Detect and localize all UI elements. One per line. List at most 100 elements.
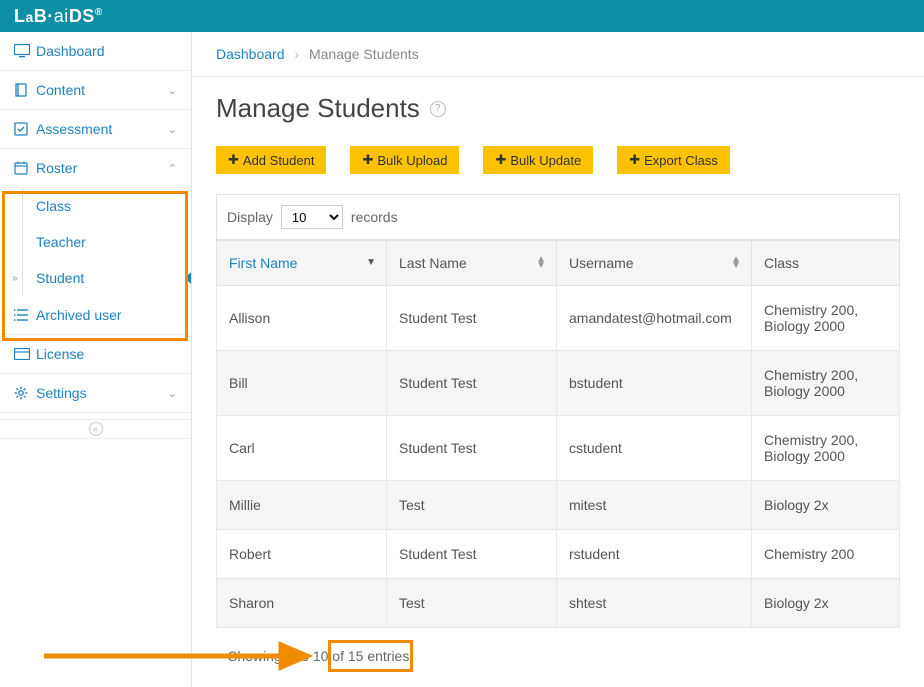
plus-icon: ✚ bbox=[228, 152, 239, 168]
collapse-icon: « bbox=[89, 422, 103, 436]
table-row[interactable]: SharonTestshtestBiology 2x bbox=[217, 579, 900, 628]
help-icon[interactable]: ? bbox=[430, 101, 446, 117]
sidebar-subitem-student[interactable]: » Student bbox=[0, 260, 191, 296]
breadcrumb-root[interactable]: Dashboard bbox=[216, 46, 285, 62]
sidebar-item-roster[interactable]: Roster ⌃ bbox=[0, 149, 191, 188]
calendar-icon bbox=[14, 161, 36, 175]
button-label: Export Class bbox=[644, 153, 718, 168]
table-cell: bstudent bbox=[557, 351, 752, 416]
bulk-upload-button[interactable]: ✚ Bulk Upload bbox=[350, 146, 459, 174]
table-cell: Sharon bbox=[217, 579, 387, 628]
display-suffix: records bbox=[351, 209, 398, 225]
sidebar-item-label: Dashboard bbox=[36, 43, 177, 59]
check-square-icon bbox=[14, 122, 36, 136]
table-cell: Allison bbox=[217, 286, 387, 351]
sidebar-item-license[interactable]: License bbox=[0, 335, 191, 374]
sidebar-item-label: License bbox=[36, 346, 177, 362]
plus-icon: ✚ bbox=[495, 152, 506, 168]
table-cell: cstudent bbox=[557, 416, 752, 481]
sort-icon: ▲▼ bbox=[731, 257, 741, 269]
sidebar-subitem-label: Teacher bbox=[36, 234, 86, 250]
breadcrumb: Dashboard › Manage Students bbox=[192, 32, 924, 77]
sidebar-item-assessment[interactable]: Assessment ⌄ bbox=[0, 110, 191, 149]
table-cell: rstudent bbox=[557, 530, 752, 579]
col-label: Last Name bbox=[399, 255, 467, 271]
add-student-button[interactable]: ✚ Add Student bbox=[216, 146, 326, 174]
table-row[interactable]: MillieTestmitestBiology 2x bbox=[217, 481, 900, 530]
col-last-name[interactable]: Last Name ▲▼ bbox=[387, 241, 557, 286]
records-select[interactable]: 10 bbox=[281, 205, 343, 229]
collapse-sidebar-button[interactable]: « bbox=[0, 419, 191, 439]
table-cell: Robert bbox=[217, 530, 387, 579]
page-title: Manage Students ? bbox=[192, 77, 924, 146]
chevron-right-icon: » bbox=[12, 273, 18, 284]
table-cell: amandatest@hotmail.com bbox=[557, 286, 752, 351]
book-icon bbox=[14, 83, 36, 97]
students-table: First Name ▼ Last Name ▲▼ Username ▲▼ bbox=[216, 240, 900, 628]
display-prefix: Display bbox=[227, 209, 273, 225]
table-cell: Chemistry 200, Biology 2000 bbox=[752, 351, 900, 416]
table-cell: Student Test bbox=[387, 530, 557, 579]
sidebar-item-label: Settings bbox=[36, 385, 168, 401]
table-cell: Biology 2x bbox=[752, 579, 900, 628]
page-title-text: Manage Students bbox=[216, 93, 420, 124]
button-label: Bulk Upload bbox=[377, 153, 447, 168]
sidebar-subitem-teacher[interactable]: Teacher bbox=[0, 224, 191, 260]
table-cell: Student Test bbox=[387, 286, 557, 351]
col-label: First Name bbox=[229, 255, 297, 271]
sidebar-subitem-class[interactable]: Class bbox=[0, 188, 191, 224]
chevron-down-icon: ⌄ bbox=[168, 123, 177, 136]
table-cell: Chemistry 200 bbox=[752, 530, 900, 579]
col-label: Username bbox=[569, 255, 634, 271]
export-class-button[interactable]: ✚ Export Class bbox=[617, 146, 730, 174]
chevron-down-icon: ⌄ bbox=[168, 387, 177, 400]
topbar: LaB·aiDS® bbox=[0, 0, 924, 32]
bulk-update-button[interactable]: ✚ Bulk Update bbox=[483, 146, 593, 174]
table-footer-info: Showing 1 to 10 of 15 entries bbox=[216, 628, 900, 684]
table-cell: Test bbox=[387, 481, 557, 530]
table-cell: Biology 2x bbox=[752, 481, 900, 530]
table-row[interactable]: CarlStudent TestcstudentChemistry 200, B… bbox=[217, 416, 900, 481]
card-icon bbox=[14, 348, 36, 360]
table-row[interactable]: AllisonStudent Testamandatest@hotmail.co… bbox=[217, 286, 900, 351]
table-cell: Chemistry 200, Biology 2000 bbox=[752, 416, 900, 481]
list-icon bbox=[14, 309, 36, 321]
table-cell: shtest bbox=[557, 579, 752, 628]
table-row[interactable]: BillStudent TestbstudentChemistry 200, B… bbox=[217, 351, 900, 416]
button-label: Bulk Update bbox=[510, 153, 581, 168]
sidebar-item-content[interactable]: Content ⌄ bbox=[0, 71, 191, 110]
table-cell: Carl bbox=[217, 416, 387, 481]
display-records: Display 10 records bbox=[216, 194, 900, 240]
content-area: Dashboard › Manage Students Manage Stude… bbox=[192, 32, 924, 687]
breadcrumb-current: Manage Students bbox=[309, 46, 419, 62]
footer-highlight-text: of 15 entries bbox=[332, 648, 409, 664]
table-cell: Student Test bbox=[387, 416, 557, 481]
sort-icon: ▲▼ bbox=[536, 257, 546, 269]
sidebar-item-archived[interactable]: Archived user bbox=[0, 296, 191, 335]
sidebar: Dashboard Content ⌄ Assessment ⌄ Roster … bbox=[0, 32, 192, 687]
plus-icon: ✚ bbox=[629, 152, 640, 168]
sidebar-item-settings[interactable]: Settings ⌄ bbox=[0, 374, 191, 413]
col-class[interactable]: Class bbox=[752, 241, 900, 286]
footer-text: Showing 1 to 10 bbox=[228, 648, 332, 664]
breadcrumb-sep: › bbox=[294, 46, 299, 62]
plus-icon: ✚ bbox=[362, 152, 373, 168]
action-bar: ✚ Add Student ✚ Bulk Upload ✚ Bulk Update ✚… bbox=[192, 146, 924, 194]
table-cell: Chemistry 200, Biology 2000 bbox=[752, 286, 900, 351]
col-first-name[interactable]: First Name ▼ bbox=[217, 241, 387, 286]
sidebar-item-label: Archived user bbox=[36, 307, 177, 323]
chevron-up-icon: ⌃ bbox=[168, 162, 177, 175]
table-row[interactable]: RobertStudent TestrstudentChemistry 200 bbox=[217, 530, 900, 579]
button-label: Add Student bbox=[243, 153, 315, 168]
chevron-down-icon: ⌄ bbox=[168, 84, 177, 97]
sidebar-item-label: Roster bbox=[36, 160, 168, 176]
col-username[interactable]: Username ▲▼ bbox=[557, 241, 752, 286]
col-label: Class bbox=[764, 255, 799, 271]
table-cell: Bill bbox=[217, 351, 387, 416]
sidebar-item-dashboard[interactable]: Dashboard bbox=[0, 32, 191, 71]
sidebar-subitem-label: Class bbox=[36, 198, 71, 214]
sidebar-subitem-label: Student bbox=[36, 270, 84, 286]
monitor-icon bbox=[14, 44, 36, 58]
sidebar-item-label: Content bbox=[36, 82, 168, 98]
sidebar-item-label: Assessment bbox=[36, 121, 168, 137]
